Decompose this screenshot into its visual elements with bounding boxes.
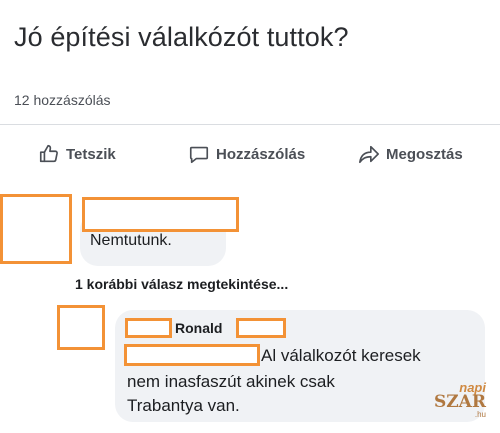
reply-text-line-3: Trabantya van. <box>127 396 240 415</box>
share-arrow-icon <box>359 145 379 164</box>
reply-text-line-1: Al válalkozót keresek <box>261 346 421 365</box>
thumbs-up-icon <box>39 144 58 163</box>
like-button[interactable]: Tetszik <box>38 143 116 165</box>
view-more-replies-link[interactable]: 1 korábbi válasz megtekintése... <box>75 276 288 292</box>
redacted-avatar <box>0 194 72 264</box>
napiszar-watermark: napi SZAR .hu <box>434 381 486 419</box>
redacted-author-name <box>82 197 239 232</box>
redacted-reply-name-suffix <box>236 318 286 338</box>
like-label: Tetszik <box>66 145 116 163</box>
reply-author[interactable]: Ronald <box>175 320 222 336</box>
comments-section: Nemtutunk. 1 korábbi válasz megtekintése… <box>0 180 500 433</box>
divider <box>0 124 500 125</box>
watermark-bottom: SZAR <box>433 392 486 412</box>
share-label: Megosztás <box>386 145 463 163</box>
speech-bubble-icon <box>189 146 209 164</box>
watermark-suffix: .hu <box>474 410 486 419</box>
comment-button[interactable]: Hozzászólás <box>188 143 305 165</box>
share-button[interactable]: Megosztás <box>358 143 463 165</box>
redacted-reply-name-prefix <box>125 318 172 338</box>
post-title: Jó építési válalkózót tuttok? <box>14 22 349 52</box>
comment-label: Hozzászólás <box>216 145 306 163</box>
redacted-mention <box>124 344 260 366</box>
comment-text: Nemtutunk. <box>90 232 172 249</box>
reply-text-line-2: nem inasfaszút akinek csak <box>127 372 335 391</box>
comments-count[interactable]: 12 hozzászólás <box>14 92 111 108</box>
redacted-reply-avatar <box>57 305 105 350</box>
